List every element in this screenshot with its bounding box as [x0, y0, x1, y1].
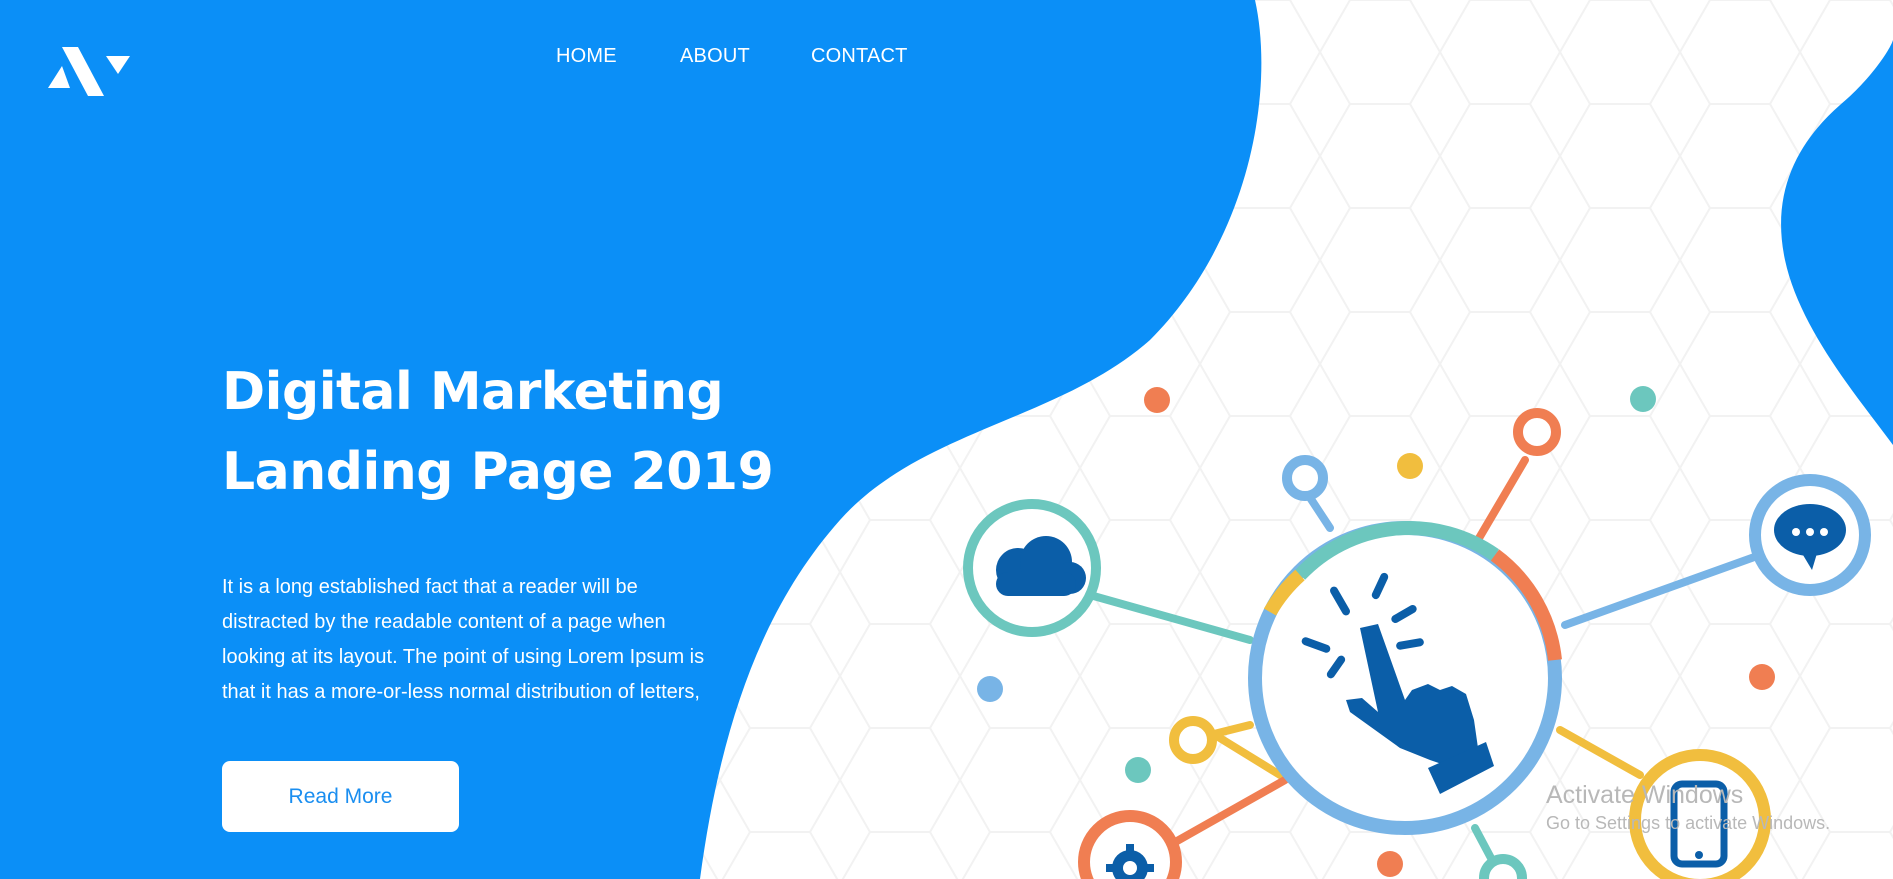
watermark-subtitle: Go to Settings to activate Windows. [1546, 813, 1831, 833]
network-illustration [963, 386, 1871, 879]
activate-windows-watermark: Activate Windows Go to Settings to activ… [1546, 780, 1830, 836]
watermark-title: Activate Windows [1546, 781, 1744, 809]
